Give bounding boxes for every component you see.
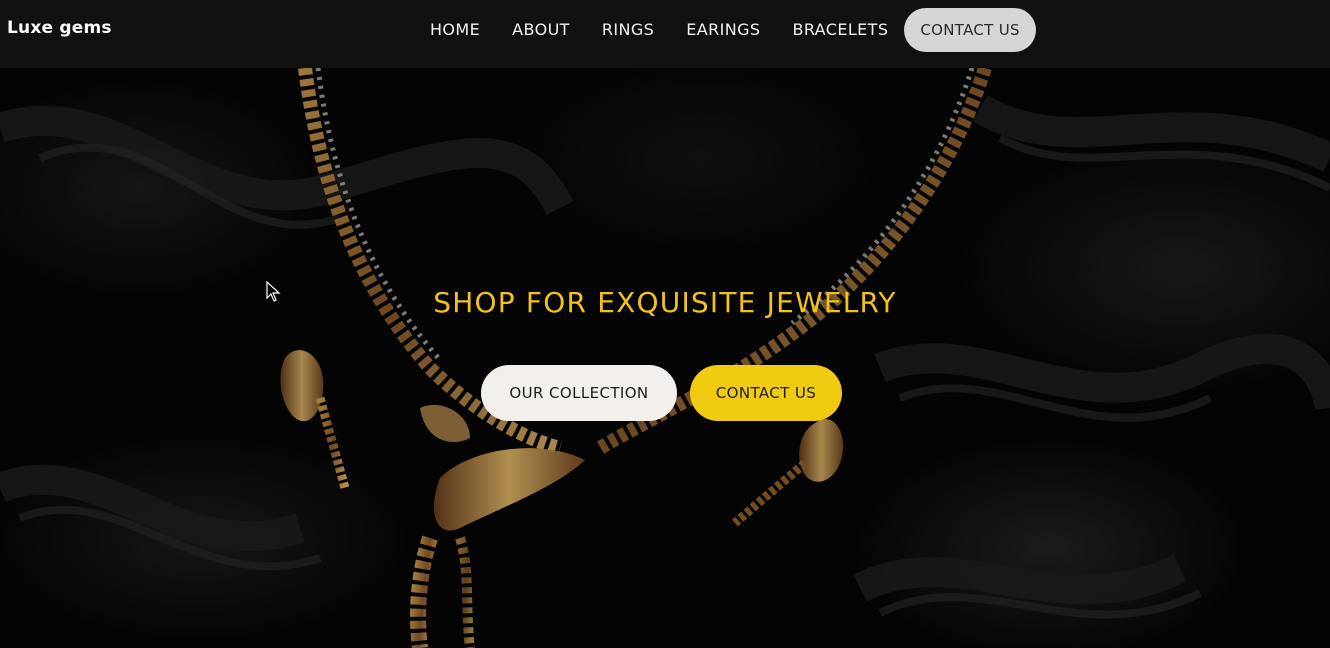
hero-contact-button[interactable]: CONTACT US	[690, 365, 842, 421]
brand-logo-text[interactable]: Luxe gems	[7, 18, 112, 38]
jewelry-background-image	[0, 68, 1330, 648]
nav-link-rings[interactable]: RINGS	[586, 8, 670, 52]
nav-link-about[interactable]: ABOUT	[496, 8, 586, 52]
top-navbar: Luxe gems HOME ABOUT RINGS EARINGS BRACE…	[0, 0, 1330, 68]
mouse-cursor-icon	[266, 281, 281, 302]
hero-section: SHOP FOR EXQUISITE JEWELRY OUR COLLECTIO…	[0, 68, 1330, 648]
nav-contact-button[interactable]: CONTACT US	[904, 8, 1036, 52]
our-collection-button[interactable]: OUR COLLECTION	[481, 365, 677, 421]
nav-link-home[interactable]: HOME	[414, 8, 496, 52]
hero-headline: SHOP FOR EXQUISITE JEWELRY	[433, 286, 897, 319]
nav-link-earings[interactable]: EARINGS	[670, 8, 776, 52]
nav-links: HOME ABOUT RINGS EARINGS BRACELETS CONTA…	[414, 8, 1036, 52]
nav-link-bracelets[interactable]: BRACELETS	[776, 8, 904, 52]
